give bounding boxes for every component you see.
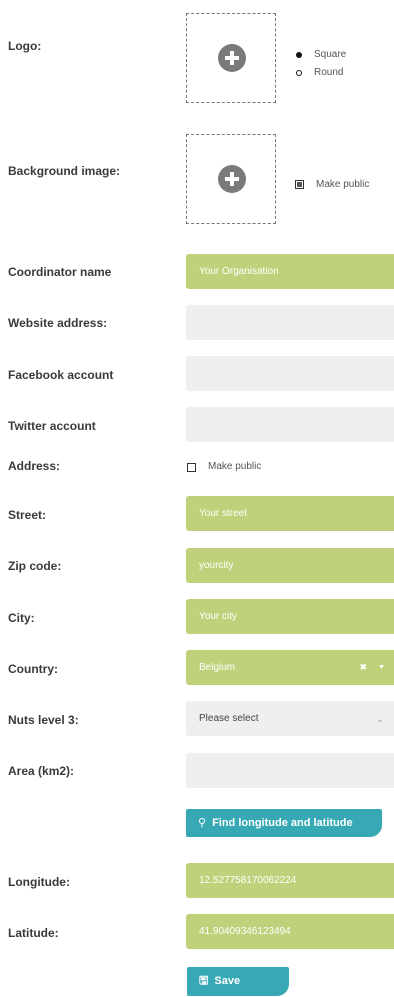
round-option-label: Round	[314, 67, 344, 78]
coordinator-name-input[interactable]: Your Organisation	[186, 254, 394, 289]
round-radio[interactable]	[296, 70, 302, 76]
zip-code-input[interactable]: yourcity	[186, 548, 394, 583]
street-label: Street:	[8, 508, 47, 522]
square-radio[interactable]	[296, 52, 302, 58]
latitude-label: Latitude:	[8, 926, 59, 940]
background-public-label: Make public	[316, 179, 370, 190]
twitter-account-label: Twitter account	[8, 419, 96, 433]
nuts-level-3-select[interactable]: Please select ⌄	[186, 701, 394, 736]
area-input[interactable]	[186, 753, 394, 788]
website-address-label: Website address:	[8, 316, 108, 330]
nuts-level-3-value: Please select	[199, 713, 259, 724]
save-button-label: Save	[214, 975, 241, 987]
city-label: City:	[8, 611, 35, 625]
country-label: Country:	[8, 662, 58, 676]
longitude-label: Longitude:	[8, 875, 70, 889]
street-input[interactable]: Your street	[186, 496, 394, 531]
area-label: Area (km2):	[8, 764, 75, 778]
clear-icon[interactable]: ✖	[359, 650, 367, 685]
latitude-input[interactable]: 41.90409346123494	[186, 914, 394, 949]
logo-label: Logo:	[8, 39, 42, 53]
logo-upload[interactable]	[186, 13, 276, 103]
floppy-disk-icon: 🖫	[199, 975, 209, 987]
background-public-checkbox[interactable]	[295, 180, 304, 189]
nuts-level-3-label: Nuts level 3:	[8, 713, 79, 727]
add-icon	[218, 44, 246, 72]
address-public-label: Make public	[208, 461, 262, 472]
facebook-account-label: Facebook account	[8, 368, 114, 382]
address-public-checkbox[interactable]	[187, 463, 196, 472]
save-button[interactable]: 🖫 Save	[187, 967, 289, 996]
facebook-account-input[interactable]	[186, 356, 394, 391]
website-address-input[interactable]	[186, 305, 394, 340]
country-value: Belgium	[199, 662, 236, 673]
background-image-upload[interactable]	[186, 134, 276, 224]
find-button-label: Find longitude and latitude	[212, 817, 353, 829]
add-icon	[218, 165, 246, 193]
country-select[interactable]: Belgium ✖ ▼	[186, 650, 394, 685]
find-longitude-latitude-button[interactable]: ⚲ Find longitude and latitude	[186, 809, 382, 837]
square-option-label: Square	[314, 49, 347, 60]
map-pin-icon: ⚲	[198, 817, 207, 829]
zip-code-label: Zip code:	[8, 559, 62, 573]
twitter-account-input[interactable]	[186, 407, 394, 442]
city-input[interactable]: Your city	[186, 599, 394, 634]
background-image-label: Background image:	[8, 164, 121, 178]
caret-down-icon[interactable]: ▼	[378, 650, 385, 685]
chevron-down-icon: ⌄	[376, 714, 384, 724]
coordinator-name-label: Coordinator name	[8, 265, 112, 279]
longitude-input[interactable]: 12.527758170062224	[186, 863, 394, 898]
address-label: Address:	[8, 459, 61, 473]
